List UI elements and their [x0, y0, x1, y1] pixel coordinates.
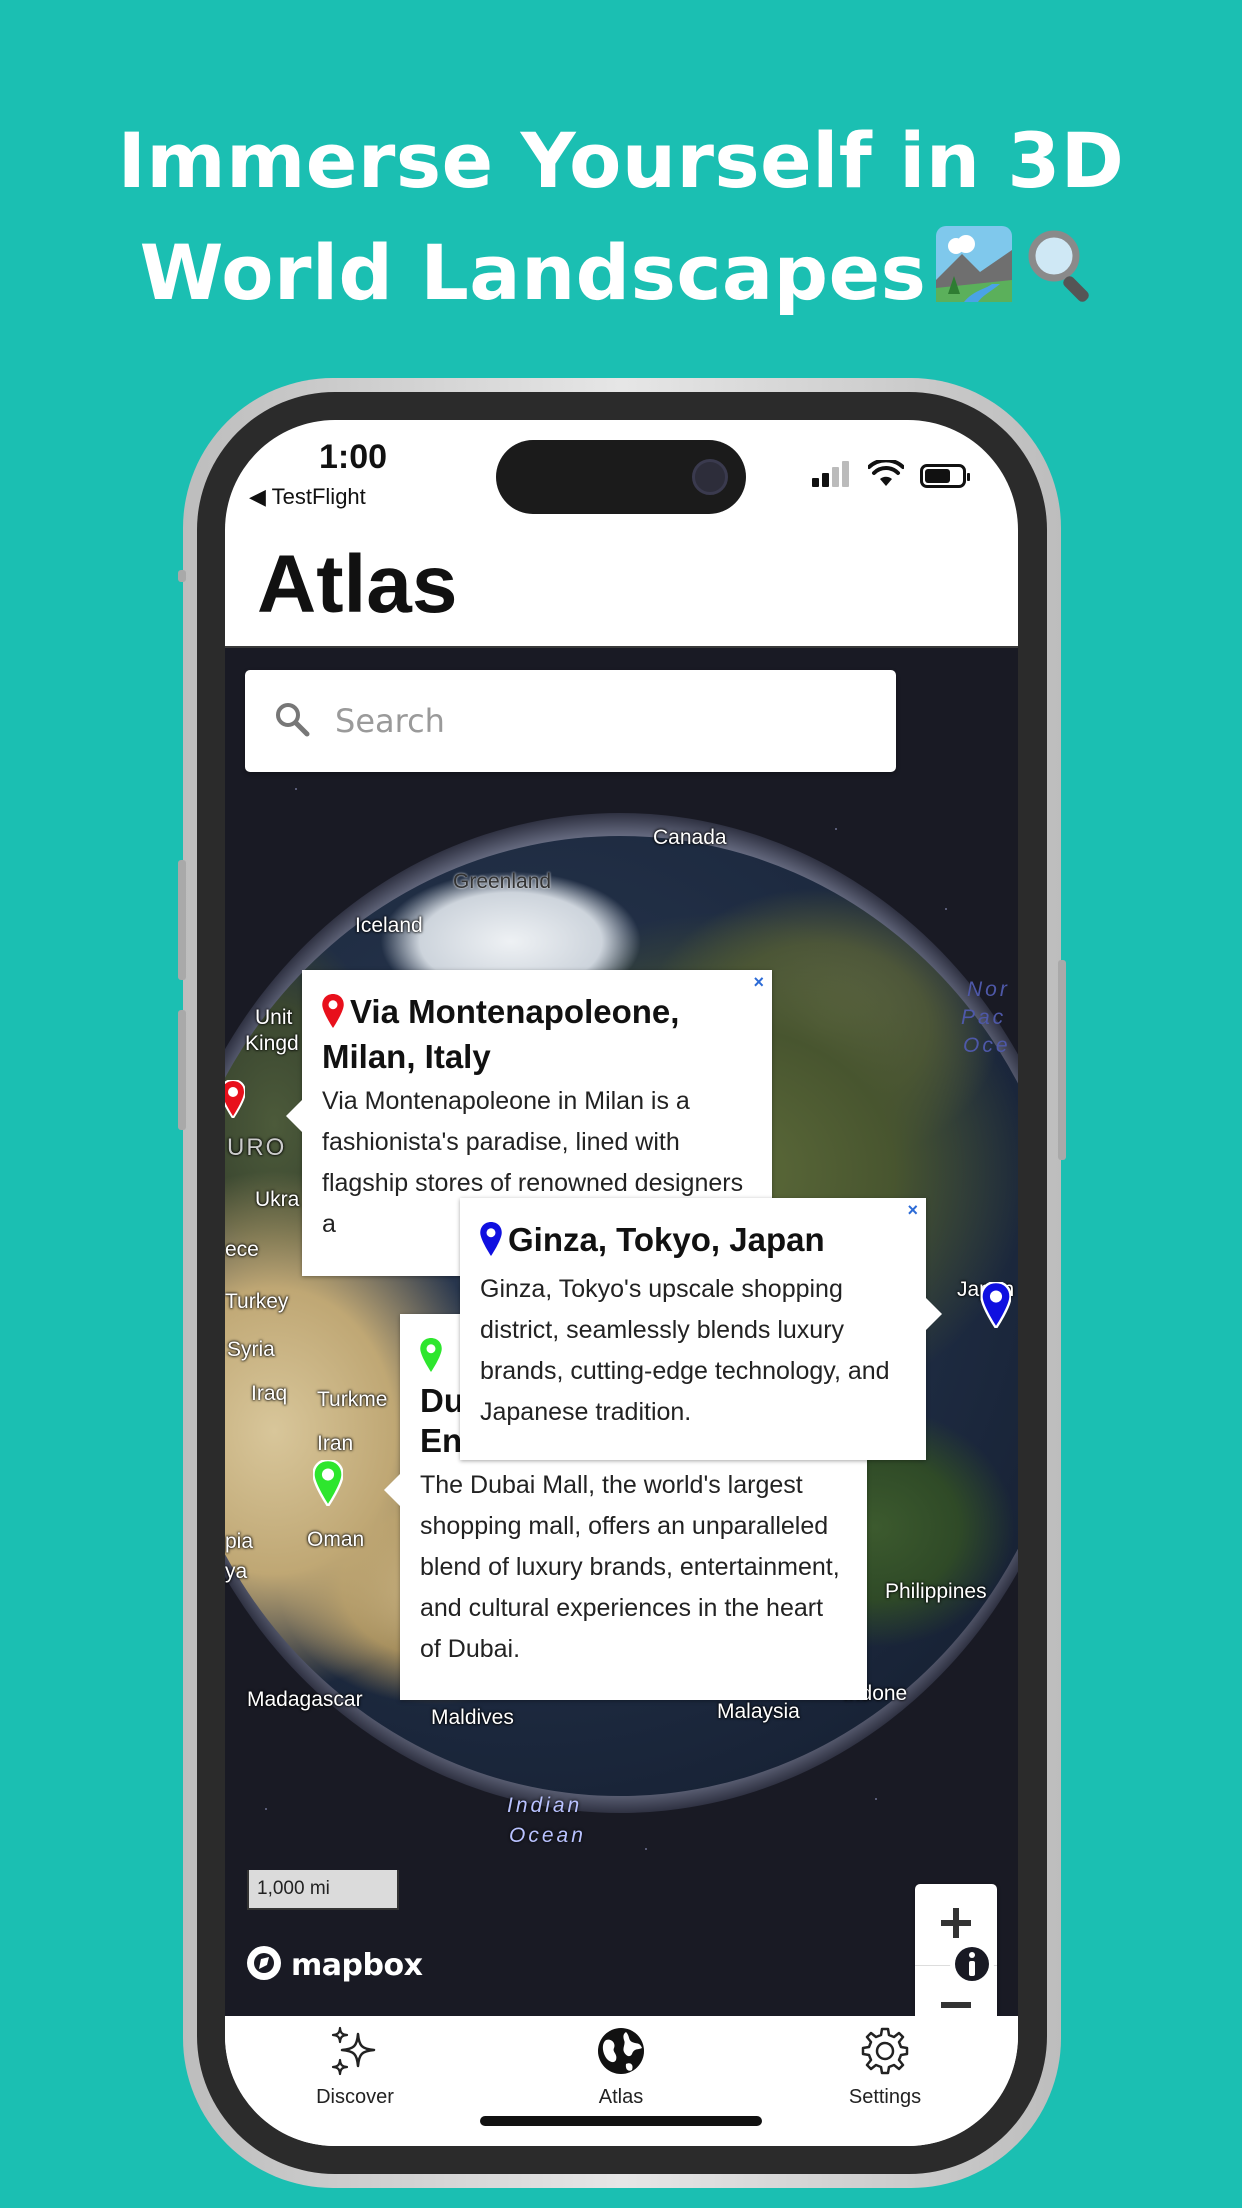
pin-icon	[420, 1338, 442, 1381]
label-north-pacific-2: Pac	[961, 1006, 1007, 1029]
label-malaysia: Malaysia	[717, 1700, 800, 1723]
star-dot	[945, 908, 947, 910]
popup-tip	[384, 1474, 400, 1506]
mapbox-logo[interactable]: mapbox	[245, 1944, 423, 1986]
map-view[interactable]: Canada Greenland Iceland Unit Kingd URO …	[225, 646, 1018, 2016]
tab-bar: Discover Atlas Settings	[225, 2016, 1018, 2146]
popup-title: Via Montenapoleone, Milan, Italy	[322, 993, 680, 1075]
cellular-signal-icon	[812, 461, 852, 491]
volume-up-button	[178, 860, 186, 980]
tab-label: Atlas	[598, 2086, 644, 2108]
popup-description: Ginza, Tokyo's upscale shopping district…	[480, 1275, 890, 1426]
popup-title: Ginza, Tokyo, Japan	[508, 1221, 825, 1258]
wifi-icon	[867, 458, 905, 492]
star-dot	[835, 828, 837, 830]
page-title: Atlas	[257, 539, 458, 630]
label-oman: Oman	[307, 1528, 365, 1551]
label-iraq: Iraq	[251, 1382, 288, 1405]
sparkles-icon	[328, 2026, 382, 2080]
tab-discover[interactable]: Discover	[255, 2026, 455, 2109]
popup-description: The Dubai Mall, the world's largest shop…	[420, 1471, 840, 1663]
popup-tip	[926, 1298, 942, 1330]
label-madagascar: Madagascar	[247, 1688, 363, 1711]
promo-headline: Immerse Yourself in 3D World Landscapes	[0, 105, 1242, 334]
pin-icon	[322, 994, 344, 1037]
pin-icon	[480, 1222, 502, 1265]
plus-icon	[939, 1906, 973, 1944]
search-icon	[273, 700, 311, 742]
label-canada: Canada	[653, 826, 727, 849]
label-indian-ocean-2: Ocean	[509, 1824, 586, 1847]
label-united-kingdom-1: Unit	[255, 1006, 293, 1029]
attribution-info-button[interactable]	[948, 1940, 996, 1988]
search-input[interactable]	[335, 702, 855, 740]
mapbox-wordmark: mapbox	[291, 1947, 423, 1983]
map-pin-dubai[interactable]	[312, 1458, 344, 1510]
label-north-pacific-1: Nor	[967, 978, 1010, 1001]
mapbox-logo-icon	[245, 1944, 283, 1986]
globe-icon	[596, 2028, 646, 2080]
popup-tip	[286, 1100, 302, 1132]
popup-close-button[interactable]: ×	[907, 1200, 918, 1221]
map-scale: 1,000 mi	[247, 1870, 399, 1910]
map-pin-tokyo[interactable]	[980, 1280, 1012, 1332]
star-dot	[265, 1808, 267, 1810]
phone-side-button	[178, 570, 186, 582]
headline-line-1: Immerse Yourself in 3D	[117, 116, 1125, 205]
testflight-back-link[interactable]: ◀ TestFlight	[249, 484, 366, 510]
home-indicator[interactable]	[480, 2116, 762, 2126]
search-bar[interactable]	[245, 670, 896, 772]
label-indian-ocean-1: Indian	[507, 1794, 583, 1817]
gear-icon	[860, 2027, 910, 2080]
label-maldives: Maldives	[431, 1706, 514, 1729]
label-ethiopia: pia	[225, 1530, 254, 1553]
status-time: 1:00	[319, 438, 388, 476]
label-iceland: Iceland	[355, 914, 423, 937]
tab-settings[interactable]: Settings	[785, 2026, 985, 2109]
label-iran: Iran	[317, 1432, 354, 1455]
label-kenya: ya	[225, 1560, 248, 1583]
popup-close-button[interactable]: ×	[753, 972, 764, 993]
tab-label: Settings	[848, 2086, 922, 2108]
label-north-pacific-3: Oce	[963, 1034, 1011, 1057]
label-turkmenistan: Turkme	[317, 1388, 388, 1411]
volume-down-button	[178, 1010, 186, 1130]
label-europe: URO	[227, 1134, 287, 1161]
label-greece: ece	[225, 1238, 259, 1261]
label-greenland: Greenland	[453, 870, 552, 893]
label-turkey: Turkey	[225, 1290, 289, 1313]
camera-icon	[692, 459, 728, 495]
label-ukraine: Ukra	[255, 1188, 300, 1211]
label-philippines: Philippines	[885, 1580, 987, 1603]
star-dot	[875, 1798, 877, 1800]
tab-atlas[interactable]: Atlas	[521, 2026, 721, 2109]
phone-screen: 1:00 ◀ TestFlight Atlas Canada Greenland…	[225, 420, 1018, 2146]
label-united-kingdom-2: Kingd	[245, 1032, 299, 1055]
magnifying-glass-emoji-icon	[1022, 222, 1102, 334]
headline-line-2: World Landscapes	[139, 228, 927, 317]
popup-tokyo[interactable]: × Ginza, Tokyo, Japan Ginza, Tokyo's ups…	[460, 1198, 942, 1460]
battery-icon	[920, 464, 970, 488]
status-icons	[812, 458, 970, 492]
tab-label: Discover	[316, 2086, 394, 2108]
landscape-emoji-icon	[934, 222, 1014, 334]
map-pin-milan[interactable]	[225, 1078, 247, 1122]
info-icon	[948, 1942, 996, 1992]
star-dot	[645, 1848, 647, 1850]
power-button	[1058, 960, 1066, 1160]
star-dot	[295, 788, 297, 790]
dynamic-island	[496, 440, 746, 514]
label-syria: Syria	[227, 1338, 275, 1361]
